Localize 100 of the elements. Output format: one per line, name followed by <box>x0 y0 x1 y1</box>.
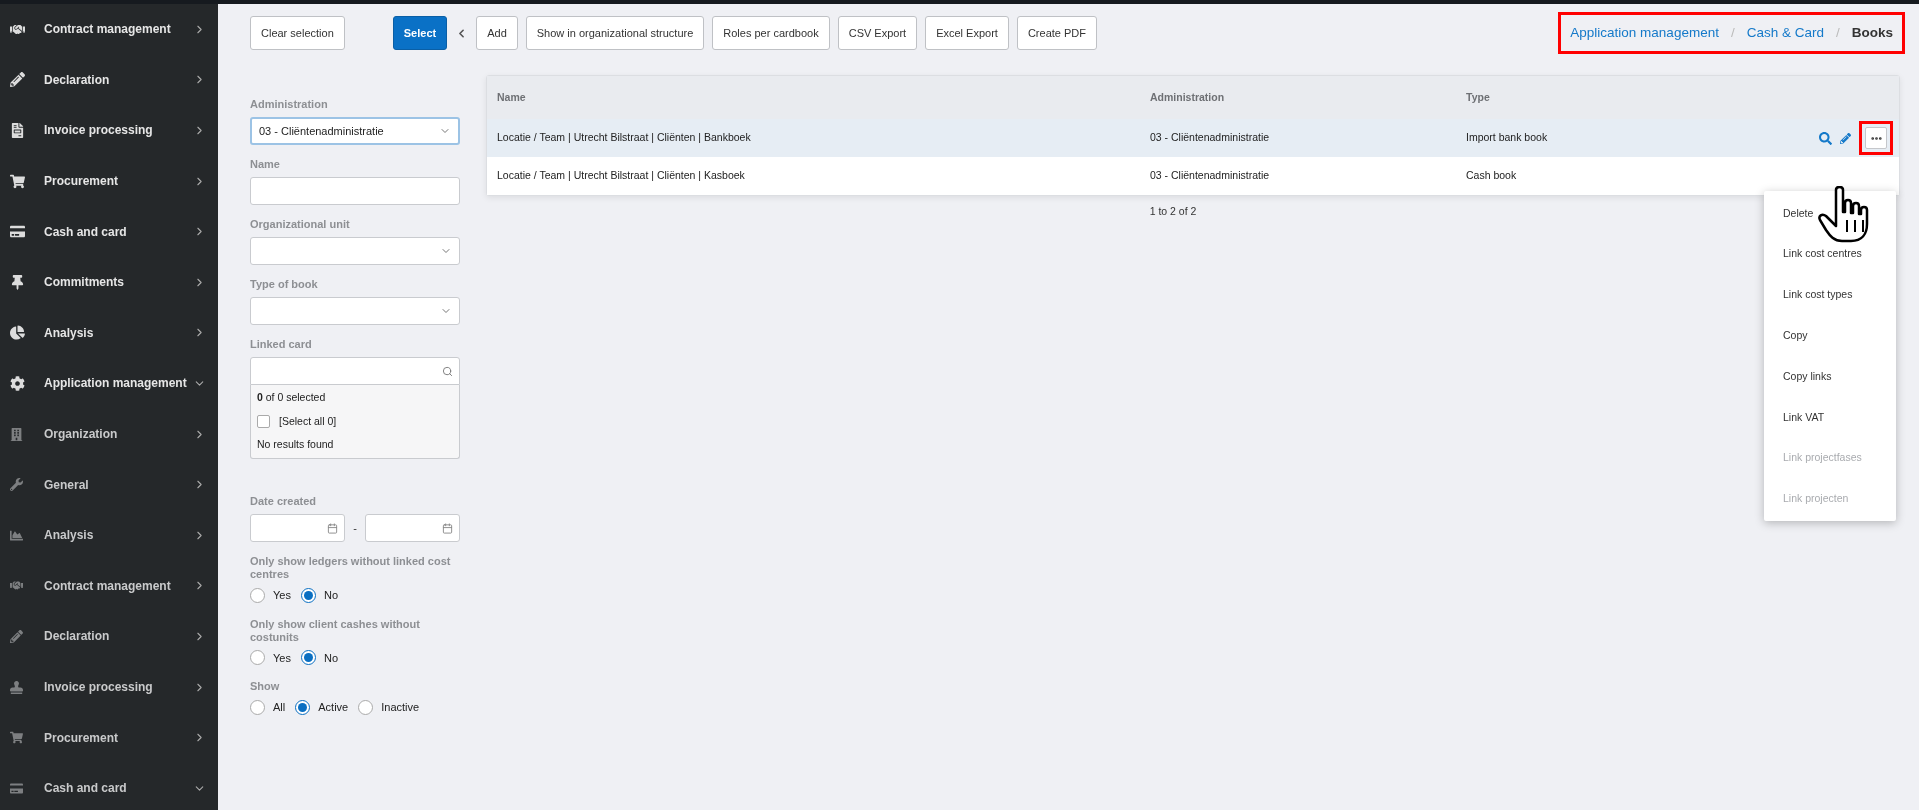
document-icon <box>10 123 25 138</box>
date-field[interactable] <box>364 514 460 542</box>
more-button[interactable] <box>1865 127 1887 149</box>
field-label: Administration <box>250 98 329 111</box>
table-row[interactable]: Locatie / Team | Utrecht Bilstraat | Cliënten | Bankboek 03 - Cliëntenadministratie Import bank book <box>487 119 1899 157</box>
breadcrumb-link[interactable]: Cash & Card <box>1746 22 1824 44</box>
radio-label: All <box>273 700 286 715</box>
field-label: Name <box>250 158 281 171</box>
sidebar-item[interactable]: Procurement <box>0 712 218 763</box>
calendar-icon <box>442 522 453 534</box>
empty-message: No results found <box>257 437 335 452</box>
radio-label: Active <box>318 700 349 715</box>
wrench-icon <box>10 478 23 492</box>
radio-label: Yes <box>273 650 291 666</box>
cart-icon <box>10 731 23 745</box>
toolbar-button[interactable]: Create PDF <box>1016 16 1097 50</box>
table-row[interactable]: Locatie / Team | Utrecht Bilstraat | Cliënten | Kasboek 03 - Cliëntenadministratie Cash book <box>487 157 1899 195</box>
menu-item[interactable]: Link VAT <box>1764 397 1896 438</box>
radio-button[interactable] <box>358 699 374 715</box>
field-label: Show <box>250 680 281 693</box>
sidebar-item[interactable]: Declaration <box>0 611 218 662</box>
field-label: Only show ledgers without linked cost centres <box>250 555 452 581</box>
sidebar-item[interactable]: Analysis <box>0 509 218 561</box>
toolbar-button[interactable]: Show in organizational structure <box>525 16 705 50</box>
radio-button[interactable] <box>300 587 316 603</box>
pie-chart-icon <box>10 325 25 341</box>
card-icon <box>10 781 23 795</box>
dropdown-field[interactable]: 03 - Cliëntenadministratie <box>250 117 460 145</box>
sidebar-item[interactable]: General <box>0 459 218 510</box>
menu-item[interactable]: Delete <box>1764 193 1896 234</box>
breadcrumb-link[interactable]: Application management <box>1570 22 1719 44</box>
sidebar-item[interactable]: Application management <box>0 358 218 409</box>
dropdown-field[interactable] <box>250 237 460 265</box>
select-all-label: [Select all 0] <box>279 413 337 429</box>
toolbar-button[interactable]: Roles per cardbook <box>712 16 830 50</box>
table-cell-text: Locatie / Team | Utrecht Bilstraat | Cliënten | Kasboek <box>497 168 746 184</box>
toolbar-button[interactable]: Select <box>392 16 448 50</box>
toolbar-button[interactable]: Clear selection <box>250 16 345 50</box>
pagination-text: 1 to 2 of 2 <box>1149 204 1198 219</box>
table-cell-text: Import bank book <box>1466 130 1549 146</box>
sidebar-item[interactable]: Contract management <box>0 560 218 612</box>
settings-icon <box>10 375 25 391</box>
toolbar-button[interactable]: CSV Export <box>837 16 918 50</box>
field-label: Only show client cashes without costunits <box>250 617 421 644</box>
search-icon[interactable] <box>1819 131 1832 145</box>
date-field[interactable] <box>250 514 346 542</box>
radio-label: Inactive <box>381 700 420 715</box>
breadcrumb-current: Books <box>1851 23 1893 42</box>
card-icon <box>10 224 25 240</box>
menu-item[interactable]: Link cost types <box>1764 274 1896 316</box>
search-icon <box>442 365 453 377</box>
column-header[interactable]: Name <box>497 89 1150 106</box>
area-chart-icon <box>10 528 23 542</box>
range-separator: - <box>353 520 357 536</box>
table-cell-text: 03 - Cliëntenadministratie <box>1150 130 1271 146</box>
sidebar-item[interactable]: Contract management <box>0 4 218 55</box>
column-header[interactable]: Administration <box>1150 89 1466 106</box>
pencil-icon <box>10 72 25 88</box>
sidebar-item[interactable]: Commitments <box>0 256 218 308</box>
radio-button[interactable] <box>295 699 311 715</box>
pencil-icon <box>10 629 23 643</box>
search-field[interactable] <box>250 357 460 385</box>
radio-button[interactable] <box>300 650 316 666</box>
radio-label: No <box>323 588 338 603</box>
sidebar-item[interactable]: Declaration <box>0 54 218 106</box>
selection-count: 0 of 0 selected <box>257 390 327 405</box>
sidebar-item[interactable]: Cash and card <box>0 206 218 257</box>
sidebar-item[interactable]: Analysis <box>0 307 218 359</box>
name-field[interactable] <box>250 177 460 205</box>
menu-item[interactable]: Copy <box>1764 315 1896 357</box>
dropdown-field[interactable] <box>250 297 460 325</box>
building-icon <box>10 427 23 441</box>
breadcrumb-separator: / <box>1730 23 1735 42</box>
radio-label: No <box>323 650 338 666</box>
toolbar-button[interactable]: Excel Export <box>925 16 1009 50</box>
field-label: Linked card <box>250 338 313 351</box>
table-cell-text: Locatie / Team | Utrecht Bilstraat | Cliënten | Bankboek <box>497 130 752 146</box>
menu-item[interactable]: Copy links <box>1764 356 1896 397</box>
field-label: Organizational unit <box>250 218 351 231</box>
checkbox[interactable] <box>257 415 270 428</box>
pencil-icon[interactable] <box>1840 132 1851 144</box>
radio-button[interactable] <box>250 587 265 603</box>
cart-icon <box>10 173 25 189</box>
menu-item[interactable]: Link cost centres <box>1764 233 1896 275</box>
stamp-icon <box>10 680 23 694</box>
toolbar-button[interactable]: Add <box>476 16 518 50</box>
sidebar-item[interactable]: Procurement <box>0 155 218 207</box>
table-cell-text: 03 - Cliëntenadministratie <box>1150 168 1271 184</box>
field-label: Type of book <box>250 278 319 291</box>
calendar-icon <box>327 522 339 534</box>
table-cell-text: Cash book <box>1466 168 1518 184</box>
column-header[interactable]: Type <box>1466 89 1889 106</box>
sidebar-item[interactable]: Invoice processing <box>0 105 218 156</box>
sidebar-item[interactable]: Organization <box>0 408 218 460</box>
sidebar-item[interactable]: Invoice processing <box>0 661 218 713</box>
radio-button[interactable] <box>250 650 265 666</box>
sidebar-item[interactable]: Cash and card <box>0 762 218 810</box>
radio-label: Yes <box>273 588 291 603</box>
radio-button[interactable] <box>250 699 265 715</box>
breadcrumb-separator: / <box>1835 23 1840 42</box>
